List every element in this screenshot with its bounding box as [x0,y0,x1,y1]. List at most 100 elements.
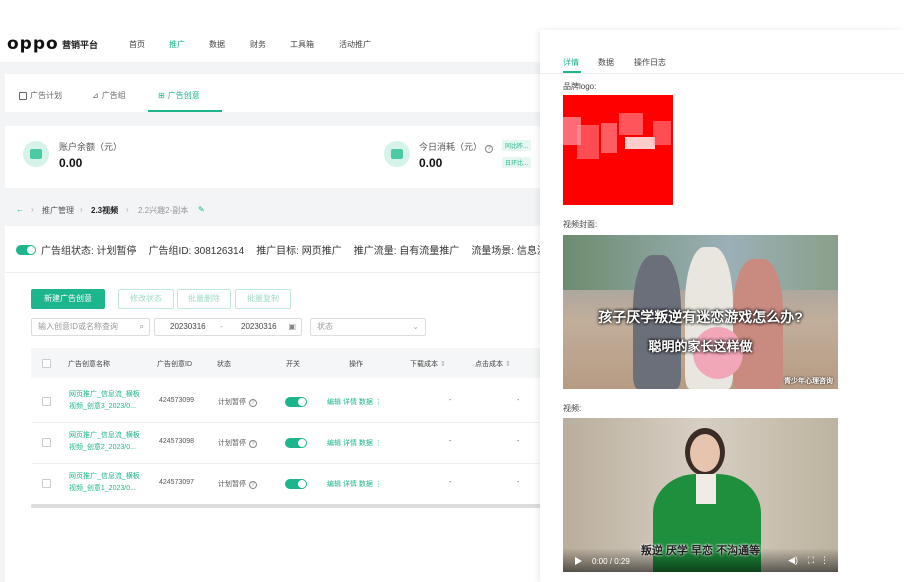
fullscreen-icon[interactable]: ⛶ [808,555,814,566]
today-consumption-value: 0.00 [419,156,443,170]
more-icon[interactable]: ⋮ [375,481,382,488]
creative-switch[interactable] [285,397,307,407]
col-click-cost[interactable]: 点击成本 ⇕ [475,359,511,369]
creative-switch[interactable] [285,438,307,448]
video-player[interactable]: 叛逆 厌学 早恋 不沟通等 0:00 / 0:29 ◀) ⛶ ⋮ [563,418,838,572]
tab-ad-plan[interactable]: 广告计划 [19,90,62,101]
chart-icon: ⊿ [92,91,99,100]
date-range-picker[interactable]: 20230316 - 20230316 ▣ [154,318,302,336]
tab-ad-group[interactable]: ⊿ 广告组 [92,90,126,101]
new-creative-button[interactable]: 新建广告创意 [31,289,105,309]
cover-caption-line1: 孩子厌学叛逆有迷恋游戏怎么办? [598,309,803,325]
row-checkbox[interactable] [42,438,51,447]
creative-id: 424573097 [159,479,195,486]
nav-finance[interactable]: 财务 [250,39,266,50]
divider [5,272,540,273]
account-balance-label: 账户余额（元） [59,142,123,152]
calendar-icon: ▣ [288,322,296,331]
promotion-target: 推广目标: 网页推广 [256,246,342,257]
table-row: 网页推广_信息流_横板 视频_创意1_2023/0... 424573097 计… [31,465,545,505]
col-download-cost[interactable]: 下载成本 ⇕ [410,359,446,369]
creative-name-link[interactable]: 网页推广_信息流_横板 视频_创意1_2023/0... [69,471,140,495]
row-actions[interactable]: 编辑 详情 数据 ⋮ [327,479,382,489]
breadcrumb-group[interactable]: 2.3视频 [91,205,118,216]
download-cost: - [449,438,452,445]
more-icon[interactable]: ⋮ [375,440,382,447]
back-arrow-icon[interactable]: ← [16,205,24,214]
nav-promotion[interactable]: 推广 [169,39,185,50]
table-row: 网页推广_信息流_横板 视频_创意2_2023/0... 424573098 计… [31,424,545,464]
play-icon[interactable] [575,557,582,565]
cover-watermark: 青少年心理咨询 [784,378,833,385]
creative-switch[interactable] [285,479,307,489]
breadcrumb-promotion-management[interactable]: 推广管理 [42,205,74,216]
oppo-logo[interactable]: oppo [7,34,59,54]
promotion-traffic: 推广流量: 自有流量推广 [353,246,460,257]
today-consumption-label: 今日消耗（元）? [419,140,494,153]
row-actions[interactable]: 编辑 详情 数据 ⋮ [327,397,382,407]
help-icon[interactable]: ? [249,399,257,407]
click-cost: - [517,397,520,404]
volume-icon[interactable]: ◀) [788,555,798,566]
active-tab-underline [148,110,222,112]
creative-name-link[interactable]: 网页推广_信息流_横板 视频_创意3_2023/0... [69,389,140,413]
edit-icon[interactable]: ✎ [198,205,205,214]
col-creative-name: 广告创意名称 [68,361,110,368]
nav-toolbox[interactable]: 工具箱 [290,39,314,50]
panel-tab-log[interactable]: 操作日志 [634,57,666,68]
more-icon[interactable]: ⋮ [820,555,829,566]
video-cover-image: 孩子厌学叛逆有迷恋游戏怎么办? 聪明的家长这样做 青少年心理咨询 [563,235,838,389]
panel-tab-data[interactable]: 数据 [598,57,614,68]
creative-name-link[interactable]: 网页推广_信息流_横板 视频_创意2_2023/0... [69,430,140,454]
chevron-down-icon: ⌄ [412,322,419,331]
consumption-icon [384,141,410,167]
group-status-line: 广告组状态: 计划暂停 广告组ID: 308126314 推广目标: 网页推广 … [16,242,547,257]
video-label: 视频: [563,404,582,413]
video-time: 0:00 / 0:29 [592,557,630,566]
nav-data[interactable]: 数据 [209,39,225,50]
row-checkbox[interactable] [42,397,51,406]
col-switch: 开关 [286,361,300,368]
col-actions: 操作 [349,361,363,368]
sort-icon: ⇕ [504,361,511,368]
col-creative-id: 广告创意ID [157,361,192,368]
row-checkbox[interactable] [42,479,51,488]
nav-home[interactable]: 首页 [129,39,145,50]
search-input[interactable]: 输入创意ID或名称查询 ⌕ [31,318,150,336]
row-status: 计划暂停? [218,479,257,489]
chevron-right-icon: › [31,205,34,214]
brand-logo-label: 品牌logo: [563,82,597,91]
help-icon[interactable]: ? [249,481,257,489]
breadcrumb: ← › 推广管理 › 2.3视频 › 2.2兴趣2-副本 ✎ [5,198,540,222]
creative-id: 424573099 [159,397,195,404]
batch-delete-button[interactable]: 批量删除 [177,289,231,309]
balance-card: 账户余额（元） 0.00 今日消耗（元）? 0.00 同比昨... 日环比... [5,126,540,188]
select-all-checkbox[interactable] [42,359,51,368]
detail-drawer: 详情 数据 操作日志 品牌logo: 视频封面: 孩子厌学叛逆有迷恋游戏怎么办?… [540,30,904,582]
batch-copy-button[interactable]: 批量复制 [235,289,291,309]
status-select[interactable]: 状态 ⌄ [310,318,426,336]
panel-tab-details[interactable]: 详情 [563,57,579,68]
download-cost: - [449,397,452,404]
nav-activity[interactable]: 活动推广 [339,39,371,50]
help-icon[interactable]: ? [249,440,257,448]
more-icon[interactable]: ⋮ [375,399,382,406]
edit-status-button[interactable]: 修改状态 [118,289,174,309]
account-balance-value: 0.00 [59,156,83,170]
wallet-icon [23,141,49,167]
sort-icon: ⇕ [439,361,446,368]
table-row: 网页推广_信息流_横板 视频_创意3_2023/0... 424573099 计… [31,383,545,423]
horizontal-scrollbar[interactable] [31,504,545,508]
group-status: 广告组状态: 计划暂停 [41,246,137,257]
row-actions[interactable]: 编辑 详情 数据 ⋮ [327,438,382,448]
tab-ad-creative[interactable]: ⊞ 广告创意 [158,90,200,101]
col-status: 状态 [217,361,231,368]
click-cost: - [517,479,520,486]
platform-title: 营销平台 [62,40,99,50]
breadcrumb-current: 2.2兴趣2-副本 [138,206,189,215]
group-status-toggle[interactable] [16,244,36,255]
row-status: 计划暂停? [218,397,257,407]
help-icon[interactable]: ? [485,145,494,153]
traffic-scene: 流量场景: 信息流 [471,246,547,257]
cover-caption-line2: 聪明的家长这样做 [648,339,753,354]
